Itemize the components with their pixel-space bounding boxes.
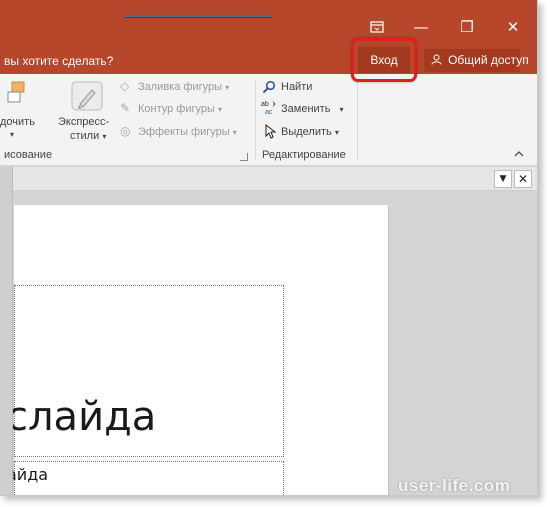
powerpoint-window: — ❐ ✕ вы хотите сделать? Вход Общий дост… [0, 0, 538, 496]
drawing-dialog-launcher-icon[interactable] [240, 153, 248, 161]
quick-styles-label[interactable]: Экспресс- [58, 116, 109, 128]
restore-button[interactable]: ❐ [452, 14, 482, 40]
drawing-group-label: исование [4, 149, 53, 161]
title-bar: — ❐ ✕ [0, 0, 537, 46]
tell-me-input[interactable]: вы хотите сделать? [4, 54, 113, 68]
pane-options-button[interactable]: ▼ [494, 170, 512, 188]
arrange-icon[interactable] [6, 80, 28, 110]
share-label: Общий доступ [448, 53, 529, 67]
collapse-ribbon-button[interactable] [514, 149, 524, 160]
ribbon-display-options-icon [370, 21, 384, 33]
arrange-label[interactable]: дочить [0, 116, 35, 128]
group-divider [255, 80, 256, 160]
signin-highlight: Вход [351, 38, 417, 82]
quick-styles-icon[interactable] [70, 80, 104, 116]
arrange-dropdown-icon: ▾ [10, 130, 15, 139]
thumbnail-pane-edge[interactable] [0, 167, 13, 495]
watermark: user-life.com [398, 476, 511, 495]
slide-subtitle-text: айда [7, 465, 49, 484]
replace-button[interactable]: Заменить ▾ [281, 103, 344, 115]
close-button[interactable]: ✕ [498, 14, 528, 40]
svg-text:ac: ac [265, 109, 273, 115]
editing-group-label: Редактирование [262, 149, 346, 161]
svg-text:ab: ab [261, 101, 269, 108]
find-icon [262, 79, 276, 98]
minimize-button[interactable]: — [406, 14, 436, 40]
shape-effects-icon: ◎ [120, 124, 131, 138]
find-button[interactable]: Найти [281, 81, 312, 93]
loading-bar [125, 15, 272, 18]
select-icon [264, 123, 277, 143]
person-icon [431, 54, 445, 67]
pane-close-button[interactable]: ✕ [514, 170, 532, 188]
shape-outline-button[interactable]: Контур фигуры ▾ [138, 103, 222, 115]
quick-styles-label-2: стили ▾ [70, 130, 107, 142]
group-divider [357, 80, 358, 160]
ribbon: дочить ▾ Экспресс- стили ▾ ◇ Заливка фиг… [0, 74, 537, 166]
share-button[interactable]: Общий доступ [424, 49, 529, 72]
ribbon-display-options-button[interactable] [362, 14, 392, 40]
chevron-up-icon [514, 151, 524, 157]
subtitle-placeholder[interactable] [14, 461, 284, 495]
shape-fill-icon: ◇ [120, 79, 130, 93]
replace-icon: ab ac [261, 99, 277, 119]
shape-fill-button[interactable]: Заливка фигуры ▾ [138, 81, 229, 93]
select-button[interactable]: Выделить ▾ [281, 126, 339, 138]
slide-title-text: слайда [6, 394, 157, 440]
signin-button[interactable]: Вход [358, 47, 410, 73]
shape-effects-button[interactable]: Эффекты фигуры ▾ [138, 126, 237, 138]
shape-outline-icon: ✎ [120, 101, 131, 115]
pane-header [0, 167, 537, 191]
